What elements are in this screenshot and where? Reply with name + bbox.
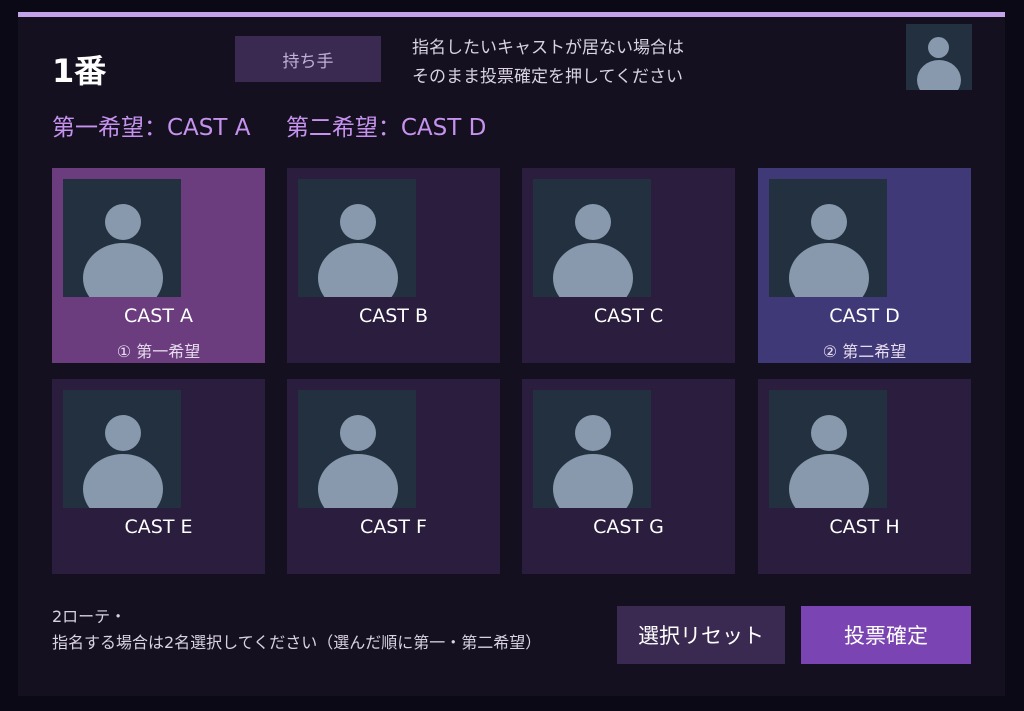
cast-photo xyxy=(63,179,181,297)
choice-badge: ② 第二希望 xyxy=(822,342,907,361)
note-line-1: 2ローテ・ xyxy=(52,607,127,626)
cast-photo xyxy=(769,179,887,297)
person-head-icon xyxy=(575,415,611,451)
choice-badge: ① 第一希望 xyxy=(116,342,201,361)
cast-photo xyxy=(298,390,416,508)
second-choice-label: 第二希望：CAST D xyxy=(285,115,487,141)
cast-name: CAST E xyxy=(124,516,193,538)
cast-card-f[interactable]: CAST F xyxy=(287,379,500,574)
person-head-icon xyxy=(105,415,141,451)
cast-card-c[interactable]: CAST C xyxy=(522,168,735,363)
notice-line-1: 指名したいキャストが居ない場合は xyxy=(412,38,684,58)
holder-button[interactable]: 持ち手 xyxy=(235,36,381,82)
confirm-vote-button[interactable]: 投票確定 xyxy=(801,606,971,664)
person-body-icon xyxy=(553,243,633,297)
cast-card-a[interactable]: CAST A ① 第一希望 xyxy=(52,168,265,363)
notice-line-2: そのまま投票確定を押してください xyxy=(412,67,683,87)
cast-name: CAST H xyxy=(829,516,900,538)
voting-panel: 1番 持ち手 指名したいキャストが居ない場合は そのまま投票確定を押してください… xyxy=(18,12,1005,696)
person-body-icon xyxy=(318,454,398,508)
cast-photo xyxy=(533,390,651,508)
instruction-note: 2ローテ・ 指名する場合は2名選択してください（選んだ順に第一・第二希望） xyxy=(52,604,541,656)
person-head-icon xyxy=(928,37,949,58)
cast-name: CAST A xyxy=(124,305,193,327)
cast-card-e[interactable]: CAST E xyxy=(52,379,265,574)
person-head-icon xyxy=(811,415,847,451)
person-body-icon xyxy=(789,454,869,508)
first-choice-label: 第一希望：CAST A xyxy=(52,115,251,141)
cast-card-h[interactable]: CAST H xyxy=(758,379,971,574)
person-head-icon xyxy=(811,204,847,240)
round-title: 1番 xyxy=(52,52,107,90)
person-head-icon xyxy=(340,204,376,240)
person-body-icon xyxy=(83,454,163,508)
person-head-icon xyxy=(575,204,611,240)
person-body-icon xyxy=(83,243,163,297)
accent-bar xyxy=(18,12,1005,17)
cast-photo xyxy=(533,179,651,297)
note-line-2: 指名する場合は2名選択してください（選んだ順に第一・第二希望） xyxy=(52,633,542,652)
person-body-icon xyxy=(789,243,869,297)
selection-summary: 第一希望：CAST A 第二希望：CAST D xyxy=(52,108,514,142)
cast-photo xyxy=(298,179,416,297)
cast-name: CAST B xyxy=(358,305,428,327)
cast-name: CAST F xyxy=(360,516,427,538)
person-body-icon xyxy=(553,454,633,508)
person-body-icon xyxy=(318,243,398,297)
cast-card-g[interactable]: CAST G xyxy=(522,379,735,574)
cast-name: CAST D xyxy=(829,305,900,327)
reset-selection-button[interactable]: 選択リセット xyxy=(617,606,785,664)
cast-card-b[interactable]: CAST B xyxy=(287,168,500,363)
person-head-icon xyxy=(105,204,141,240)
cast-photo xyxy=(769,390,887,508)
user-avatar xyxy=(906,24,972,90)
person-head-icon xyxy=(340,415,376,451)
cast-photo xyxy=(63,390,181,508)
cast-card-d[interactable]: CAST D ② 第二希望 xyxy=(758,168,971,363)
notice-text: 指名したいキャストが居ない場合は そのまま投票確定を押してください xyxy=(412,34,832,92)
cast-name: CAST C xyxy=(593,305,664,327)
cast-name: CAST G xyxy=(593,516,664,538)
person-body-icon xyxy=(917,60,961,90)
